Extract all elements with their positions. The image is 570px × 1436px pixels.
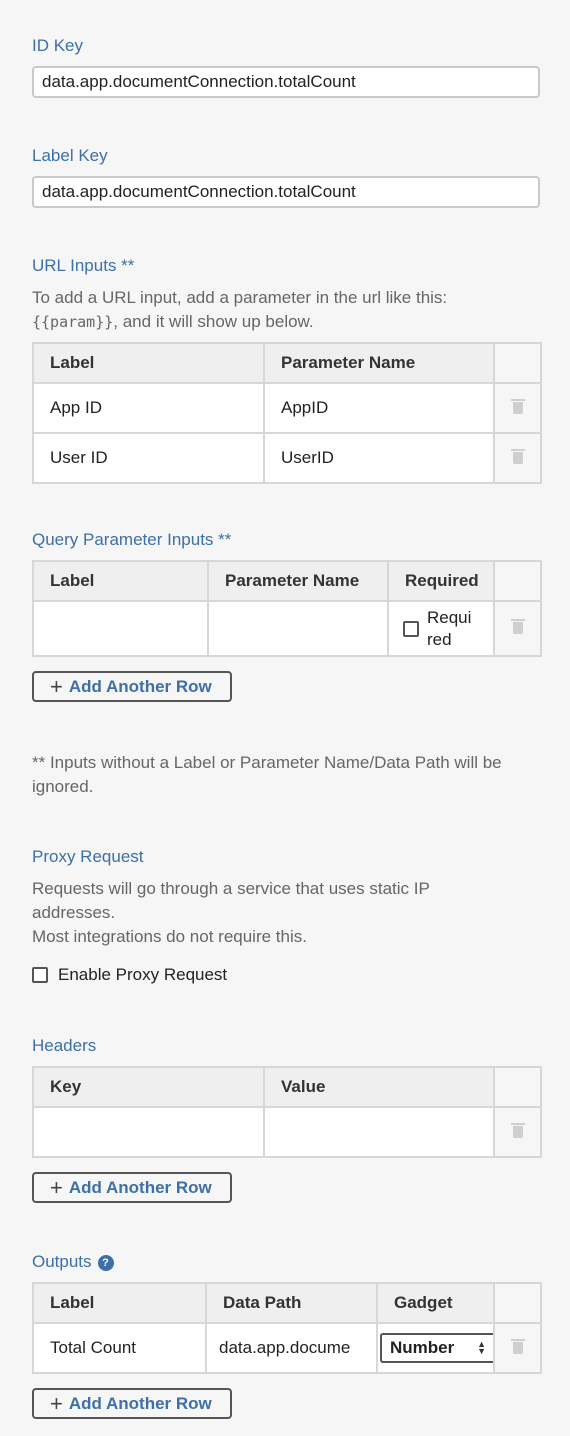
label-key-label: Label Key — [32, 146, 108, 165]
url-inputs-table: Label Parameter Name App ID AppID User I… — [32, 342, 542, 484]
query-inputs-title: Query Parameter Inputs ** — [32, 530, 232, 549]
header-value-input[interactable] — [263, 1106, 495, 1158]
proxy-checkbox-label: Enable Proxy Request — [58, 965, 228, 984]
id-key-label: ID Key — [32, 36, 84, 55]
plus-icon: + — [50, 1174, 63, 1200]
plus-icon: + — [50, 673, 63, 699]
url-inputs-help: To add a URL input, add a parameter in t… — [32, 286, 542, 334]
headers-add-row-button[interactable]: + Add Another Row — [32, 1172, 232, 1203]
trash-icon — [510, 448, 525, 464]
query-inputs-header-param: Parameter Name — [207, 560, 389, 602]
plus-icon: + — [50, 1390, 63, 1416]
proxy-help-1: Requests will go through a service that … — [32, 879, 430, 922]
delete-row-button[interactable] — [493, 1106, 542, 1158]
query-add-row-button[interactable]: + Add Another Row — [32, 671, 232, 702]
url-input-label-cell[interactable]: App ID — [32, 382, 265, 434]
output-gadget-cell: Number ▲ ▼ — [376, 1322, 495, 1374]
url-inputs-header-param: Parameter Name — [263, 342, 495, 384]
proxy-title: Proxy Request — [32, 847, 144, 866]
outputs-add-row-button[interactable]: + Add Another Row — [32, 1388, 232, 1419]
headers-header-value: Value — [263, 1066, 495, 1108]
headers-table: Key Value — [32, 1066, 542, 1158]
proxy-help-2: Most integrations do not require this. — [32, 927, 307, 946]
delete-row-button[interactable] — [493, 432, 542, 484]
table-row: App ID AppID — [32, 382, 542, 434]
inputs-note: ** Inputs without a Label or Parameter N… — [32, 753, 502, 796]
query-label-input[interactable] — [32, 600, 209, 657]
gadget-select[interactable]: Number ▲ ▼ — [380, 1333, 492, 1363]
url-inputs-header-label: Label — [32, 342, 265, 384]
delete-row-button[interactable] — [493, 600, 542, 657]
required-label-line-1: Requi — [427, 607, 472, 627]
url-inputs-title: URL Inputs ** — [32, 256, 135, 275]
query-inputs-header-actions — [493, 560, 542, 602]
table-row — [32, 1106, 542, 1158]
url-input-param-cell: AppID — [263, 382, 495, 434]
proxy-checkbox[interactable] — [32, 967, 48, 983]
headers-header-actions — [493, 1066, 542, 1108]
required-checkbox[interactable] — [403, 620, 419, 637]
required-label: Requi red — [427, 607, 471, 651]
output-data-path-input[interactable]: data.app.docume — [205, 1322, 378, 1374]
delete-row-button[interactable] — [493, 1322, 542, 1374]
url-input-param-cell: UserID — [263, 432, 495, 484]
id-key-input[interactable]: data.app.documentConnection.totalCount — [32, 66, 540, 98]
url-inputs-help-prefix: To add a URL input, add a parameter in t… — [32, 288, 448, 307]
output-label-input[interactable]: Total Count — [32, 1322, 207, 1374]
outputs-header-gadget: Gadget — [376, 1282, 495, 1324]
query-add-row-label: Add Another Row — [68, 676, 212, 696]
trash-icon — [510, 398, 525, 414]
delete-row-button[interactable] — [493, 382, 542, 434]
table-row: User ID UserID — [32, 432, 542, 484]
query-param-input[interactable] — [207, 600, 389, 657]
outputs-title-row: Outputs? — [32, 1252, 114, 1272]
url-inputs-help-suffix: , and it will show up below. — [113, 312, 314, 331]
url-input-label-cell[interactable]: User ID — [32, 432, 265, 484]
headers-add-row-label: Add Another Row — [68, 1177, 212, 1197]
outputs-header-actions — [493, 1282, 542, 1324]
trash-icon — [510, 618, 525, 634]
query-inputs-header-label: Label — [32, 560, 209, 602]
gadget-select-value: Number — [390, 1338, 455, 1357]
query-inputs-table: Label Parameter Name Required Requi red — [32, 560, 542, 657]
outputs-header-label: Label — [32, 1282, 207, 1324]
required-cell: Requi red — [387, 600, 495, 657]
header-key-input[interactable] — [32, 1106, 265, 1158]
select-arrows-icon: ▲ ▼ — [477, 1339, 486, 1356]
headers-header-key: Key — [32, 1066, 265, 1108]
outputs-header-data-path: Data Path — [205, 1282, 378, 1324]
proxy-checkbox-row[interactable]: Enable Proxy Request — [32, 965, 227, 985]
outputs-title: Outputs — [32, 1252, 92, 1271]
trash-icon — [510, 1338, 525, 1354]
table-row: Requi red — [32, 600, 542, 657]
table-row: Total Count data.app.docume Number ▲ ▼ — [32, 1322, 542, 1374]
query-inputs-header-required: Required — [387, 560, 495, 602]
headers-title: Headers — [32, 1036, 97, 1055]
outputs-add-row-label: Add Another Row — [68, 1393, 212, 1413]
help-icon[interactable]: ? — [97, 1254, 114, 1271]
trash-icon — [510, 1122, 525, 1138]
outputs-table: Label Data Path Gadget Total Count data.… — [32, 1282, 542, 1374]
label-key-input[interactable]: data.app.documentConnection.totalCount — [32, 176, 540, 208]
url-inputs-header-actions — [493, 342, 542, 384]
url-inputs-help-code: {{param}} — [32, 313, 114, 331]
required-label-line-2: red — [427, 629, 452, 649]
